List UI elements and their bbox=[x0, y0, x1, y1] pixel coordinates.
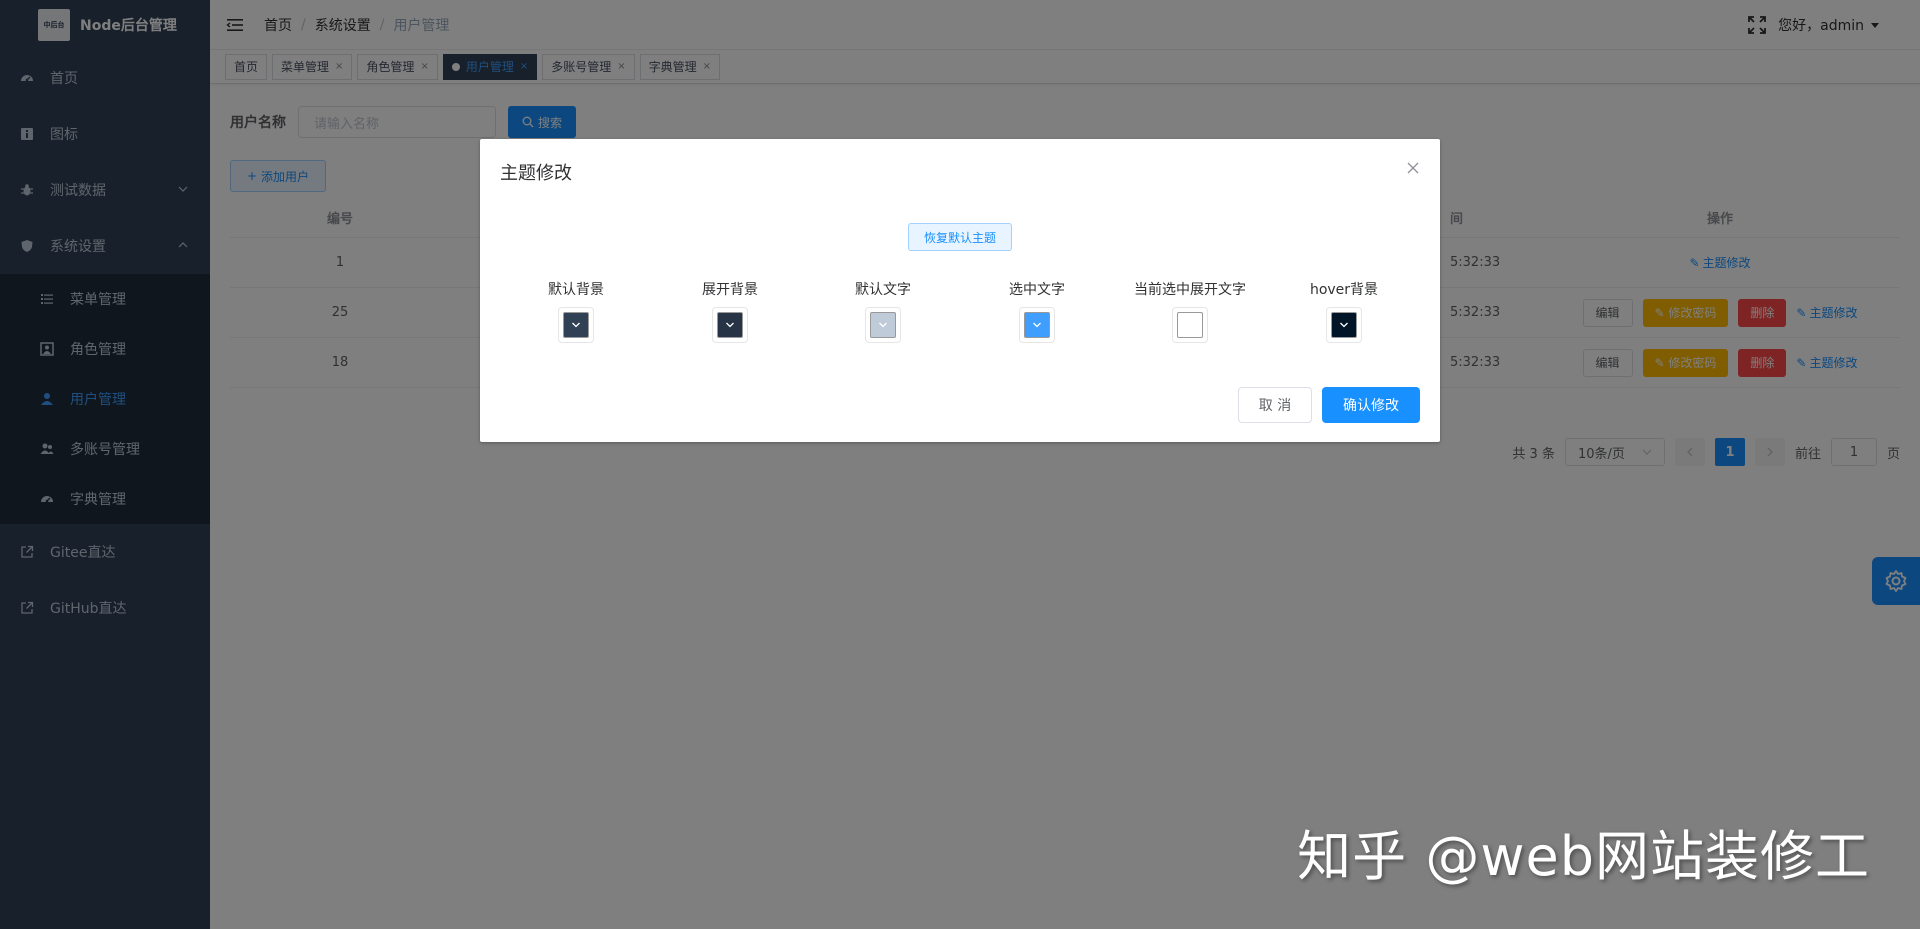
color-picker-hover-bg: hover背景 bbox=[1269, 279, 1419, 343]
dialog-title: 主题修改 bbox=[500, 163, 572, 184]
color-picker-trigger[interactable] bbox=[1019, 307, 1055, 343]
color-picker-default-bg: 默认背景 bbox=[501, 279, 651, 343]
color-picker-trigger[interactable] bbox=[558, 307, 594, 343]
color-picker-trigger[interactable] bbox=[1326, 307, 1362, 343]
color-picker-active-expand-text: 当前选中展开文字 bbox=[1115, 279, 1265, 343]
close-icon[interactable] bbox=[1406, 161, 1420, 175]
reset-theme-button[interactable]: 恢复默认主题 bbox=[908, 223, 1012, 251]
chevron-down-icon bbox=[572, 322, 580, 328]
theme-dialog: 主题修改 恢复默认主题 默认背景 展开背景 默认文字 选中文字 当前选中展开文字… bbox=[480, 139, 1440, 442]
picker-label: 当前选中展开文字 bbox=[1134, 282, 1246, 298]
picker-label: 选中文字 bbox=[1009, 282, 1065, 298]
picker-label: hover背景 bbox=[1309, 282, 1379, 298]
chevron-down-icon bbox=[879, 322, 887, 328]
chevron-down-icon bbox=[1340, 322, 1348, 328]
color-pickers: 默认背景 展开背景 默认文字 选中文字 当前选中展开文字 hover背景 bbox=[480, 279, 1440, 349]
color-swatch bbox=[1331, 312, 1357, 338]
color-picker-trigger[interactable] bbox=[1172, 307, 1208, 343]
color-picker-default-text: 默认文字 bbox=[808, 279, 958, 343]
picker-label: 默认文字 bbox=[855, 282, 911, 298]
chevron-down-icon bbox=[726, 322, 734, 328]
color-swatch bbox=[563, 312, 589, 338]
confirm-button[interactable]: 确认修改 bbox=[1322, 387, 1420, 423]
color-picker-trigger[interactable] bbox=[712, 307, 748, 343]
picker-label: 默认背景 bbox=[548, 282, 604, 298]
color-picker-trigger[interactable] bbox=[865, 307, 901, 343]
chevron-down-icon bbox=[1033, 322, 1041, 328]
cancel-button[interactable]: 取 消 bbox=[1238, 387, 1312, 423]
color-picker-selected-text: 选中文字 bbox=[962, 279, 1112, 343]
color-swatch bbox=[870, 312, 896, 338]
color-picker-expand-bg: 展开背景 bbox=[655, 279, 805, 343]
watermark: 知乎 @web网站装修工 bbox=[1297, 825, 1870, 888]
color-swatch bbox=[717, 312, 743, 338]
color-swatch bbox=[1024, 312, 1050, 338]
color-swatch bbox=[1177, 312, 1203, 338]
picker-label: 展开背景 bbox=[702, 282, 758, 298]
